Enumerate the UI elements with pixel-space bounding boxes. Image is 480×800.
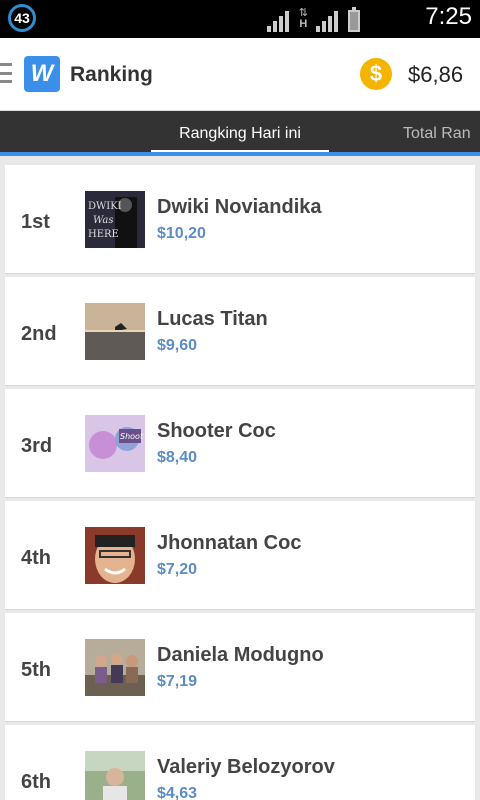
ranking-row[interactable]: 2nd Lucas Titan $9,60 xyxy=(5,277,475,386)
status-bar: 43 ⇅ H 7:25 xyxy=(0,0,480,38)
player-earnings: $9,60 xyxy=(157,337,198,354)
rank-position: 1st xyxy=(21,211,50,233)
balance-amount: $6,86 xyxy=(408,62,464,87)
app-logo[interactable]: W xyxy=(24,56,60,92)
player-name: Dwiki Noviandika xyxy=(157,196,322,218)
player-earnings: $8,40 xyxy=(157,449,198,466)
ranking-list[interactable]: 1st DWIKI Was HERE Dwiki Noviandika $10,20… xyxy=(5,165,475,800)
player-earnings: $4,63 xyxy=(157,785,198,800)
avatar: Shoot xyxy=(85,415,145,472)
rank-position: 2nd xyxy=(21,323,57,345)
svg-text:DWIKI: DWIKI xyxy=(88,201,122,212)
player-earnings: $7,19 xyxy=(157,673,198,690)
tab-bar: Rangking Hari ini Total Ran xyxy=(0,111,480,156)
hamburger-menu-icon[interactable] xyxy=(0,63,12,83)
ranking-row[interactable]: 6th Valeriy Belozyorov $4,63 xyxy=(5,725,475,800)
avatar xyxy=(85,751,145,800)
signal-strength-icon-2 xyxy=(316,10,340,32)
status-clock: 7:25 xyxy=(425,3,472,30)
ranking-row[interactable]: 4th Jhonnatan Coc $7,20 xyxy=(5,501,475,610)
page-title: Ranking xyxy=(70,63,153,86)
network-type-label: H xyxy=(299,18,308,30)
status-icons: ⇅ H xyxy=(266,6,360,32)
notification-count-badge: 43 xyxy=(8,4,36,32)
coin-icon: $ xyxy=(360,58,392,90)
ranking-row[interactable]: 5th Daniela Modugno $7,19 xyxy=(5,613,475,722)
app-bar: W Ranking $ $6,86 xyxy=(0,38,480,111)
rank-position: 3rd xyxy=(21,435,53,457)
player-earnings: $7,20 xyxy=(157,561,198,578)
player-earnings: $10,20 xyxy=(157,225,206,242)
rank-position: 6th xyxy=(21,771,51,793)
svg-text:HERE: HERE xyxy=(88,229,119,240)
battery-charging-icon xyxy=(348,7,360,32)
avatar xyxy=(85,527,145,584)
tab-bar-accent-line xyxy=(0,152,480,156)
svg-text:Shoot: Shoot xyxy=(120,432,144,441)
tab-label: Total Ran xyxy=(403,124,471,142)
player-name: Shooter Coc xyxy=(157,420,276,442)
ranking-row[interactable]: 3rd Shoot Shooter Coc $8,40 xyxy=(5,389,475,498)
player-name: Daniela Modugno xyxy=(157,644,324,666)
avatar: DWIKI Was HERE xyxy=(85,191,145,248)
tab-total-ranking[interactable]: Total Ran xyxy=(392,111,480,156)
data-transfer-icon: ⇅ H xyxy=(298,7,308,30)
rank-position: 5th xyxy=(21,659,51,681)
player-name: Jhonnatan Coc xyxy=(157,532,302,554)
rank-position: 4th xyxy=(21,547,51,569)
signal-strength-icon xyxy=(266,10,291,32)
avatar xyxy=(85,303,145,360)
ranking-row[interactable]: 1st DWIKI Was HERE Dwiki Noviandika $10,20 xyxy=(5,165,475,274)
tab-daily-ranking[interactable]: Rangking Hari ini xyxy=(151,111,329,156)
player-name: Valeriy Belozyorov xyxy=(157,756,335,778)
avatar xyxy=(85,639,145,696)
svg-text:Was: Was xyxy=(93,215,114,226)
tab-label: Rangking Hari ini xyxy=(179,124,301,142)
player-name: Lucas Titan xyxy=(157,308,268,330)
